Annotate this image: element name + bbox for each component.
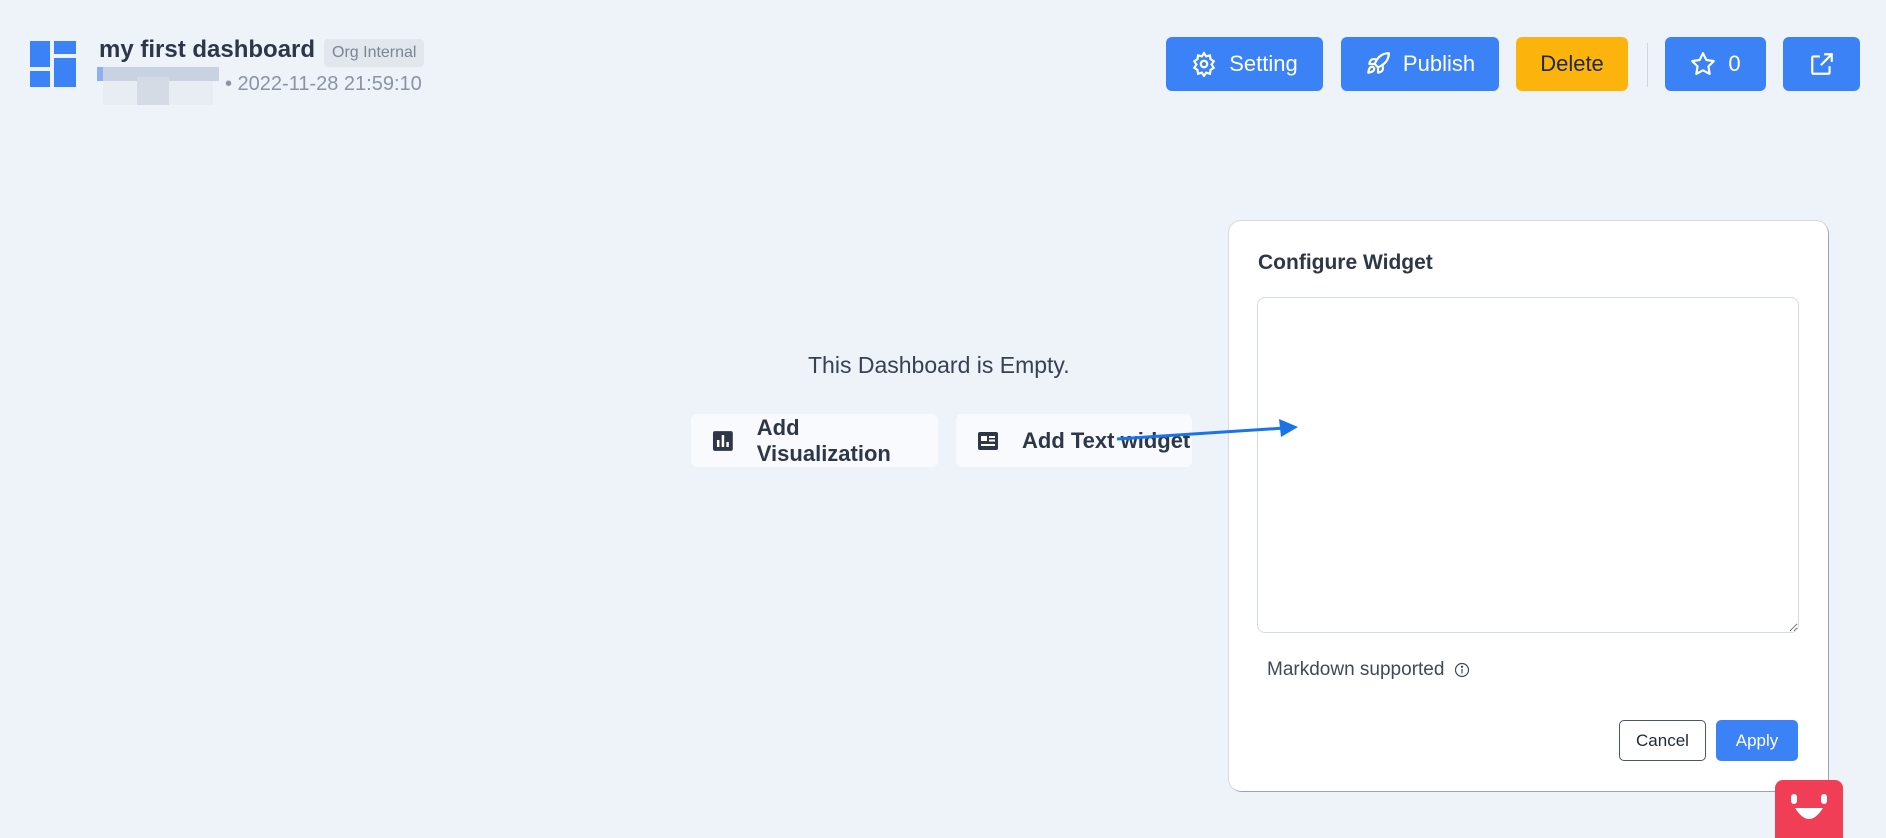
cancel-button[interactable]: Cancel [1619,720,1706,761]
info-icon[interactable] [1454,662,1470,678]
open-external-button[interactable] [1783,37,1860,91]
empty-dashboard-message: This Dashboard is Empty. [808,352,1070,378]
gear-icon [1192,51,1216,77]
dialog-title: Configure Widget [1258,251,1433,274]
setting-button[interactable]: Setting [1166,37,1323,91]
star-count: 0 [1728,51,1741,76]
delete-label: Delete [1540,51,1604,76]
delete-button[interactable]: Delete [1516,37,1628,91]
visibility-badge: Org Internal [324,39,425,67]
favorite-button[interactable]: 0 [1665,37,1766,91]
rocket-icon [1367,52,1390,74]
add-visualization-label: Add Visualization [756,414,891,466]
add-text-widget-label: Add Text widget [1022,427,1191,453]
updated-timestamp: • 2022-11-28 21:59:10 [225,73,422,95]
apply-button[interactable]: Apply [1716,720,1798,761]
dashboard-logo-icon [30,41,76,87]
header-divider [1647,43,1648,87]
publish-button[interactable]: Publish [1341,37,1499,91]
widget-text-input[interactable] [1257,297,1799,633]
help-bot-button[interactable] [1775,780,1843,838]
add-visualization-button[interactable]: Add Visualization [691,414,938,467]
setting-label: Setting [1229,51,1298,76]
bar-chart-icon [712,430,733,451]
text-widget-icon [978,431,998,450]
markdown-note-label: Markdown supported [1267,659,1445,680]
configure-widget-dialog: Configure Widget Markdown supported Canc… [1229,221,1828,791]
smiley-bot-icon [1791,794,1827,819]
publish-label: Publish [1402,51,1476,76]
markdown-note: Markdown supported [1267,659,1470,681]
add-text-widget-button[interactable]: Add Text widget [956,414,1192,467]
star-icon [1691,52,1716,75]
page-title: my first dashboard [99,36,316,63]
owner-avatar [97,67,219,105]
external-link-icon [1810,53,1833,75]
